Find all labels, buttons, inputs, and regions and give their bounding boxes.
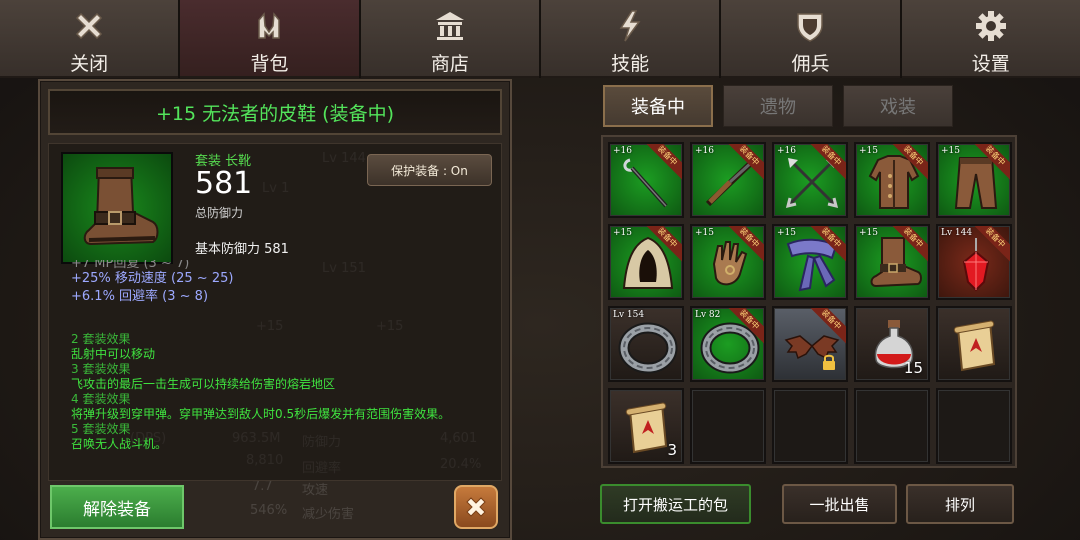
tab-settings[interactable]: 设置 xyxy=(901,0,1080,78)
protect-equipment-button[interactable]: 保护装备 : On xyxy=(367,154,492,186)
stat-line: +25% 移动速度 (25 ~ 25) xyxy=(71,271,234,286)
top-navigation: 关闭 背包 商店 技能 佣兵 设置 xyxy=(0,0,1080,78)
item-level: +15 xyxy=(859,146,878,156)
stat-line: +6.1% 回避率 (3 ~ 8) xyxy=(71,289,209,304)
item-level: +15 xyxy=(777,228,796,238)
bulk-sell-button[interactable]: 一批出售 xyxy=(782,484,897,524)
close-x-icon xyxy=(69,6,109,46)
inventory-slot[interactable]: +15 装备中 xyxy=(936,142,1012,218)
set-effect-header: 3 套装效果 xyxy=(71,362,131,376)
tab-shop-label: 商店 xyxy=(430,53,469,75)
subtab-relics[interactable]: 遗物 xyxy=(723,85,833,127)
inventory-slot[interactable]: +16 装备中 xyxy=(690,142,766,218)
close-x-icon xyxy=(466,497,486,517)
item-info-box: 套装 长靴 581 总防御力 基本防御力 581 保护装备 : On +7 MP… xyxy=(48,143,502,481)
inventory-slot[interactable]: +15 装备中 xyxy=(690,224,766,300)
inventory-grid: +16 装备中 +16 装备中 +16 装备中 +15 装备中 +15 装备中 +15 装备中 +15 装… xyxy=(608,142,1012,464)
inventory-slot-empty[interactable] xyxy=(772,388,848,464)
item-level: Lv 154 xyxy=(613,310,645,320)
tab-mercenary[interactable]: 佣兵 xyxy=(721,0,900,78)
inventory-slot[interactable]: +15 装备中 xyxy=(772,224,848,300)
item-level: +16 xyxy=(613,146,632,156)
ring-icon xyxy=(618,322,678,374)
item-level: +15 xyxy=(613,228,632,238)
item-count: 15 xyxy=(903,359,923,377)
lightning-icon xyxy=(610,6,650,46)
item-level: Lv 82 xyxy=(695,310,721,320)
lock-icon xyxy=(822,354,836,374)
tab-skills-label: 技能 xyxy=(611,53,650,75)
tab-shop[interactable]: 商店 xyxy=(360,0,539,78)
item-level: +15 xyxy=(941,146,960,156)
inventory-slot-empty[interactable] xyxy=(936,388,1012,464)
stat-list: +7 MP回复 (3 ~ 7) +25% 移动速度 (25 ~ 25) +6.1… xyxy=(71,260,501,306)
gear-icon xyxy=(971,6,1011,46)
subtab-costumes[interactable]: 戏装 xyxy=(843,85,953,127)
tab-backpack-label: 背包 xyxy=(250,53,289,75)
bg-text: 减少伤害 xyxy=(302,507,355,522)
set-effects: 2 套装效果 乱射中可以移动 3 套装效果 飞攻击的最后一击生成可以持续给伤害的… xyxy=(71,332,501,452)
item-title-bar: +15 无法者的皮鞋 (装备中) xyxy=(48,89,502,135)
tab-close-label: 关闭 xyxy=(70,53,109,75)
set-effect-desc: 召唤无人战斗机。 xyxy=(71,437,168,451)
inventory-slot[interactable]: 3 xyxy=(608,388,684,464)
stat-line: +7 MP回复 (3 ~ 7) xyxy=(71,260,190,270)
bg-text: 攻速 xyxy=(302,483,329,498)
item-level: +15 xyxy=(695,228,714,238)
inventory-slot-empty[interactable] xyxy=(854,388,930,464)
inventory-slot[interactable]: +16 装备中 xyxy=(608,142,684,218)
inventory-grid-panel: +16 装备中 +16 装备中 +16 装备中 +15 装备中 +15 装备中 +15 装备中 +15 装… xyxy=(601,135,1017,468)
inventory-slot-empty[interactable] xyxy=(690,388,766,464)
item-level: Lv 144 xyxy=(941,228,973,238)
base-defense: 基本防御力 581 xyxy=(195,242,289,257)
tab-close[interactable]: 关闭 xyxy=(0,0,179,78)
total-defense-label: 总防御力 xyxy=(195,206,244,220)
item-level: +15 xyxy=(859,228,878,238)
subtab-equipped[interactable]: 装备中 xyxy=(603,85,713,127)
item-detail-panel: Lv 144 Lv 1 Lv 151 +15 +15 (DPS) 963.5M … xyxy=(38,79,512,540)
set-effect-header: 2 套装效果 xyxy=(71,332,131,346)
inventory-slot[interactable]: Lv 82 装备中 xyxy=(690,306,766,382)
close-detail-button[interactable] xyxy=(454,485,498,529)
inventory-slot[interactable]: 装备中 xyxy=(772,306,848,382)
backpack-icon xyxy=(249,6,289,46)
bg-text: 546% xyxy=(250,503,288,518)
inventory-slot[interactable]: +15 装备中 xyxy=(608,224,684,300)
inventory-subtabs: 装备中 遗物 戏装 xyxy=(603,85,953,127)
inventory-slot[interactable] xyxy=(936,306,1012,382)
shield-icon xyxy=(790,6,830,46)
inventory-slot[interactable]: +15 装备中 xyxy=(854,224,930,300)
inventory-slot[interactable]: +15 装备中 xyxy=(854,142,930,218)
item-title: +15 无法者的皮鞋 (装备中) xyxy=(155,102,394,125)
shop-building-icon xyxy=(430,6,470,46)
boot-icon xyxy=(83,167,159,246)
tab-settings-label: 设置 xyxy=(971,53,1010,75)
inventory-screen: 关闭 背包 商店 技能 佣兵 设置 7.7 攻速 546% 减少伤害 +15 无… xyxy=(0,0,1080,540)
inventory-slot[interactable]: Lv 154 xyxy=(608,306,684,382)
total-defense-value: 581 xyxy=(195,166,253,201)
item-portrait xyxy=(61,152,173,264)
inventory-slot[interactable]: 15 xyxy=(854,306,930,382)
set-effect-header: 4 套装效果 xyxy=(71,392,131,406)
sort-button[interactable]: 排列 xyxy=(906,484,1014,524)
set-effect-desc: 飞攻击的最后一击生成可以持续给伤害的熔岩地区 xyxy=(71,377,336,391)
tab-mercenary-label: 佣兵 xyxy=(791,53,830,75)
item-level: +16 xyxy=(695,146,714,156)
scroll-icon xyxy=(953,320,996,372)
tab-backpack[interactable]: 背包 xyxy=(180,0,359,78)
item-level: +16 xyxy=(777,146,796,156)
inventory-slot[interactable]: +16 装备中 xyxy=(772,142,848,218)
item-count: 3 xyxy=(667,441,677,459)
set-effect-desc: 乱射中可以移动 xyxy=(71,347,156,361)
set-effect-header: 5 套装效果 xyxy=(71,422,131,436)
tab-skills[interactable]: 技能 xyxy=(540,0,720,78)
inventory-slot[interactable]: Lv 144 装备中 xyxy=(936,224,1012,300)
bg-text: 7.7 xyxy=(252,479,273,494)
open-porter-bag-button[interactable]: 打开搬运工的包 xyxy=(600,484,751,524)
unequip-button[interactable]: 解除装备 xyxy=(50,485,184,529)
set-effect-desc: 将弹升级到穿甲弹。穿甲弹达到敌人时0.5秒后爆发并有范围伤害效果。 xyxy=(71,407,451,421)
